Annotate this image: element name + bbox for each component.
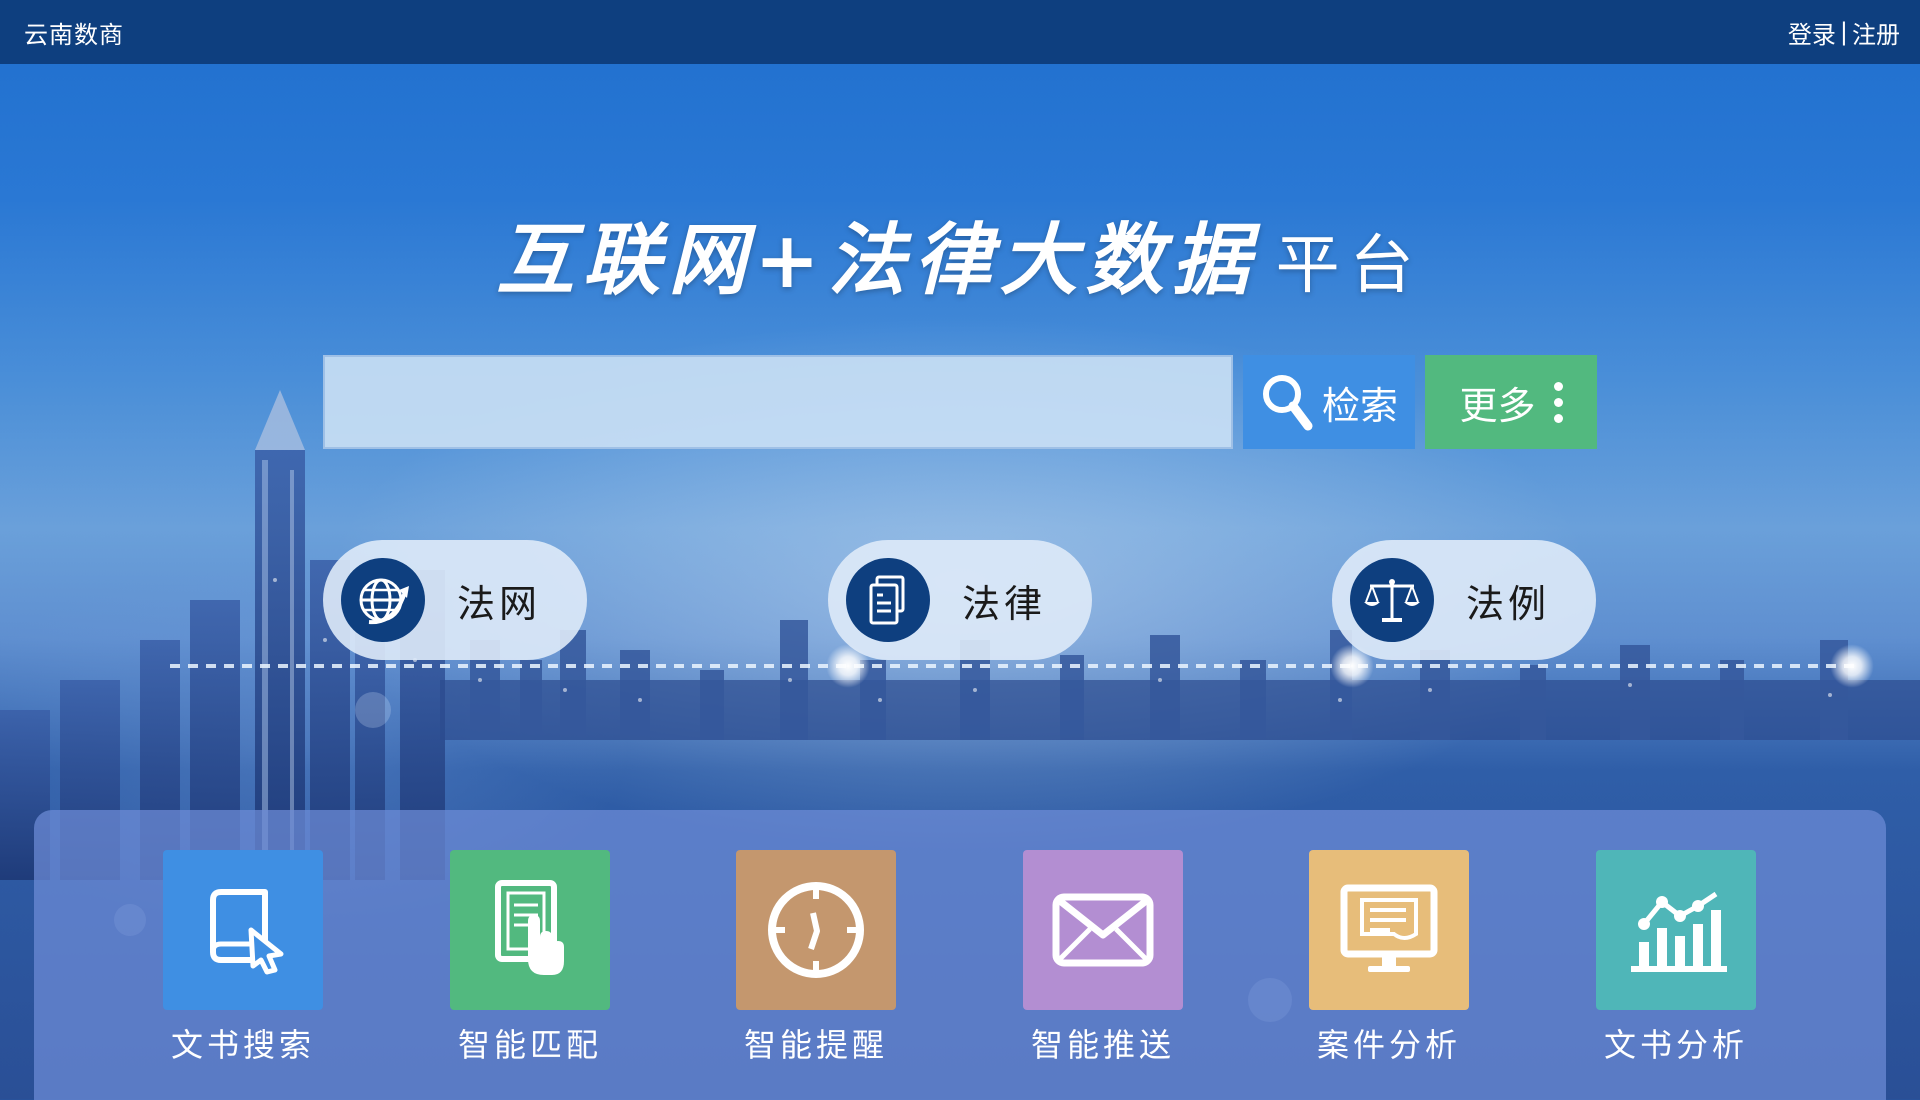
search-icon xyxy=(1262,375,1313,431)
feature-label: 文书分析 xyxy=(1603,1026,1748,1064)
feature-smart-push[interactable]: 智能推送 xyxy=(1023,850,1183,1066)
category-fali[interactable]: 法例 xyxy=(1332,540,1596,660)
category-label: 法网 xyxy=(457,581,542,626)
feature-smart-match[interactable]: 智能匹配 xyxy=(450,850,610,1066)
more-dots-icon xyxy=(1553,381,1563,423)
more-button[interactable]: 更多 xyxy=(1425,355,1597,449)
feature-label: 文书搜索 xyxy=(170,1026,315,1064)
globe-icon xyxy=(341,558,425,642)
page-title: 互联网+法律大数据 平台 xyxy=(0,198,1920,310)
search-button[interactable]: 检索 xyxy=(1243,355,1415,449)
feature-case-analysis[interactable]: 案件分析 xyxy=(1309,850,1469,1066)
document-icon xyxy=(846,558,930,642)
category-label: 法律 xyxy=(962,581,1047,626)
document-touch-icon xyxy=(450,850,610,1010)
auth-links: 登录 | 注册 xyxy=(1788,15,1900,50)
auth-separator: | xyxy=(1839,18,1848,46)
feature-label: 智能提醒 xyxy=(743,1026,888,1064)
top-bar: 云南数商 登录 | 注册 xyxy=(0,0,1920,64)
login-link[interactable]: 登录 xyxy=(1788,15,1836,50)
clock-icon xyxy=(736,850,896,1010)
more-button-label: 更多 xyxy=(1459,383,1536,428)
feature-document-search[interactable]: 文书搜索 xyxy=(163,850,323,1066)
feature-label: 案件分析 xyxy=(1316,1026,1461,1064)
feature-label: 智能匹配 xyxy=(457,1026,602,1064)
feature-label: 智能推送 xyxy=(1030,1026,1175,1064)
category-falv[interactable]: 法律 xyxy=(828,540,1092,660)
scales-icon xyxy=(1350,558,1434,642)
search-button-label: 检索 xyxy=(1321,383,1398,428)
page-title-suffix: 平台 xyxy=(1275,229,1424,303)
bar-chart-icon xyxy=(1596,850,1756,1010)
page-title-main: 互联网+法律大数据 xyxy=(496,215,1258,306)
register-link[interactable]: 注册 xyxy=(1852,15,1900,50)
brand-name: 云南数商 xyxy=(24,20,124,49)
search-input[interactable] xyxy=(323,355,1233,449)
monitor-icon xyxy=(1309,850,1469,1010)
category-falwang[interactable]: 法网 xyxy=(323,540,587,660)
decorative-light-line xyxy=(170,664,1860,668)
glow-dot xyxy=(1830,644,1874,688)
feature-smart-reminder[interactable]: 智能提醒 xyxy=(736,850,896,1066)
category-label: 法例 xyxy=(1466,581,1551,626)
mail-icon xyxy=(1023,850,1183,1010)
feature-document-analysis[interactable]: 文书分析 xyxy=(1596,850,1756,1066)
book-cursor-icon xyxy=(163,850,323,1010)
